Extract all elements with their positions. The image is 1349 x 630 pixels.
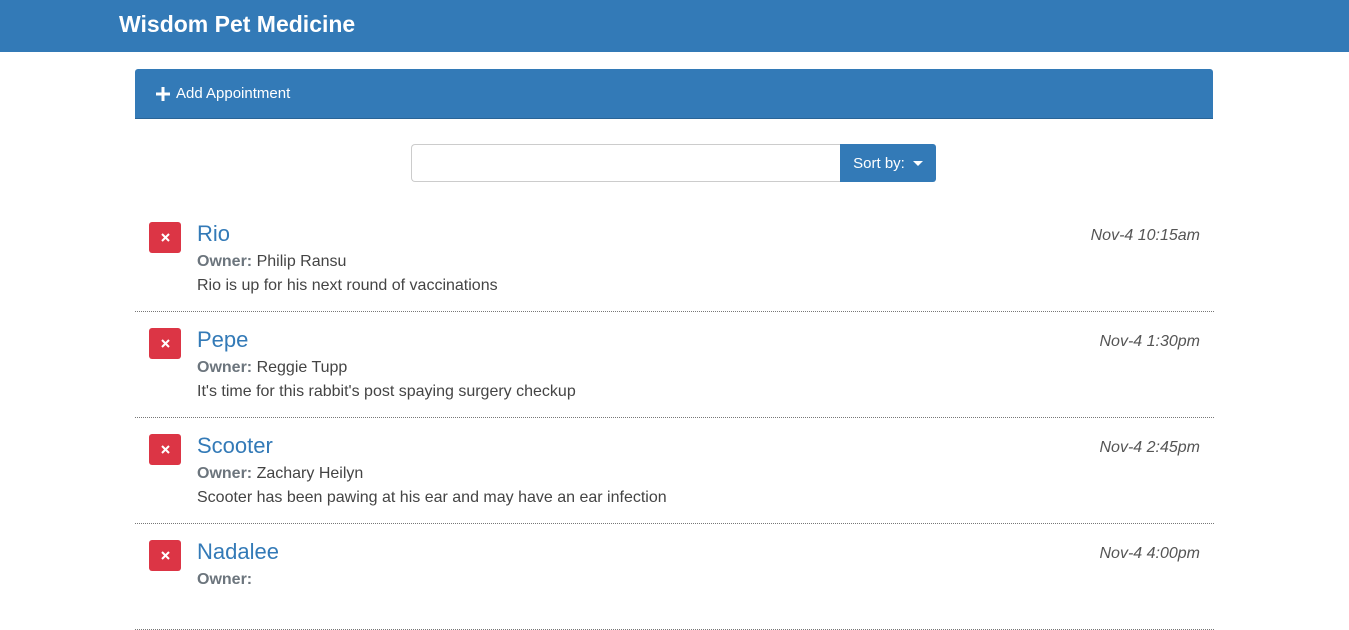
plus-icon [155, 82, 171, 106]
appointment-notes: It's time for this rabbit's post spaying… [197, 383, 576, 400]
pet-name[interactable]: Scooter [197, 433, 273, 459]
pet-name[interactable]: Nadalee [197, 539, 279, 565]
owner-line: Owner: Reggie Tupp [197, 358, 347, 378]
appointment-list: Rio Nov-4 10:15am Owner: Philip Ransu Ri… [135, 206, 1214, 630]
owner-name: Philip Ransu [256, 253, 347, 270]
close-icon [160, 551, 170, 560]
close-icon [160, 339, 170, 348]
appointment-item: Nadalee Nov-4 4:00pm Owner: [135, 524, 1214, 630]
appointment-item: Scooter Nov-4 2:45pm Owner: Zachary Heil… [135, 418, 1214, 524]
delete-appointment-button[interactable] [149, 434, 181, 465]
navbar: Wisdom Pet Medicine [0, 0, 1349, 52]
search-bar: Sort by: [411, 144, 936, 182]
pet-name[interactable]: Rio [197, 221, 230, 247]
appointment-notes: Scooter has been pawing at his ear and m… [197, 489, 667, 506]
appointment-date: Nov-4 4:00pm [1099, 545, 1201, 562]
add-appointment-label: Add Appointment [176, 85, 291, 102]
sort-by-label: Sort by: [853, 154, 905, 172]
owner-label: Owner: [197, 359, 253, 376]
appointment-notes: Rio is up for his next round of vaccinat… [197, 277, 498, 294]
owner-label: Owner: [197, 571, 253, 588]
delete-appointment-button[interactable] [149, 328, 181, 359]
sort-by-button[interactable]: Sort by: [840, 144, 936, 182]
owner-name: Zachary Heilyn [256, 465, 364, 482]
appointment-item: Pepe Nov-4 1:30pm Owner: Reggie Tupp It'… [135, 312, 1214, 418]
owner-line: Owner: Philip Ransu [197, 252, 346, 272]
delete-appointment-button[interactable] [149, 222, 181, 253]
appointment-date: Nov-4 1:30pm [1099, 333, 1201, 350]
owner-line: Owner: [197, 570, 252, 590]
appointment-date: Nov-4 10:15am [1090, 227, 1200, 244]
caret-down-icon [912, 161, 923, 166]
owner-label: Owner: [197, 465, 253, 482]
close-icon [160, 445, 170, 454]
appointment-date: Nov-4 2:45pm [1099, 439, 1201, 456]
appointment-item: Rio Nov-4 10:15am Owner: Philip Ransu Ri… [135, 206, 1214, 312]
owner-label: Owner: [197, 253, 253, 270]
delete-appointment-button[interactable] [149, 540, 181, 571]
owner-name: Reggie Tupp [256, 359, 348, 376]
search-input[interactable] [411, 144, 841, 182]
pet-name[interactable]: Pepe [197, 327, 248, 353]
app-title[interactable]: Wisdom Pet Medicine [119, 10, 355, 38]
owner-line: Owner: Zachary Heilyn [197, 464, 363, 484]
add-appointment-toggle[interactable]: Add Appointment [135, 69, 1213, 119]
close-icon [160, 233, 170, 242]
